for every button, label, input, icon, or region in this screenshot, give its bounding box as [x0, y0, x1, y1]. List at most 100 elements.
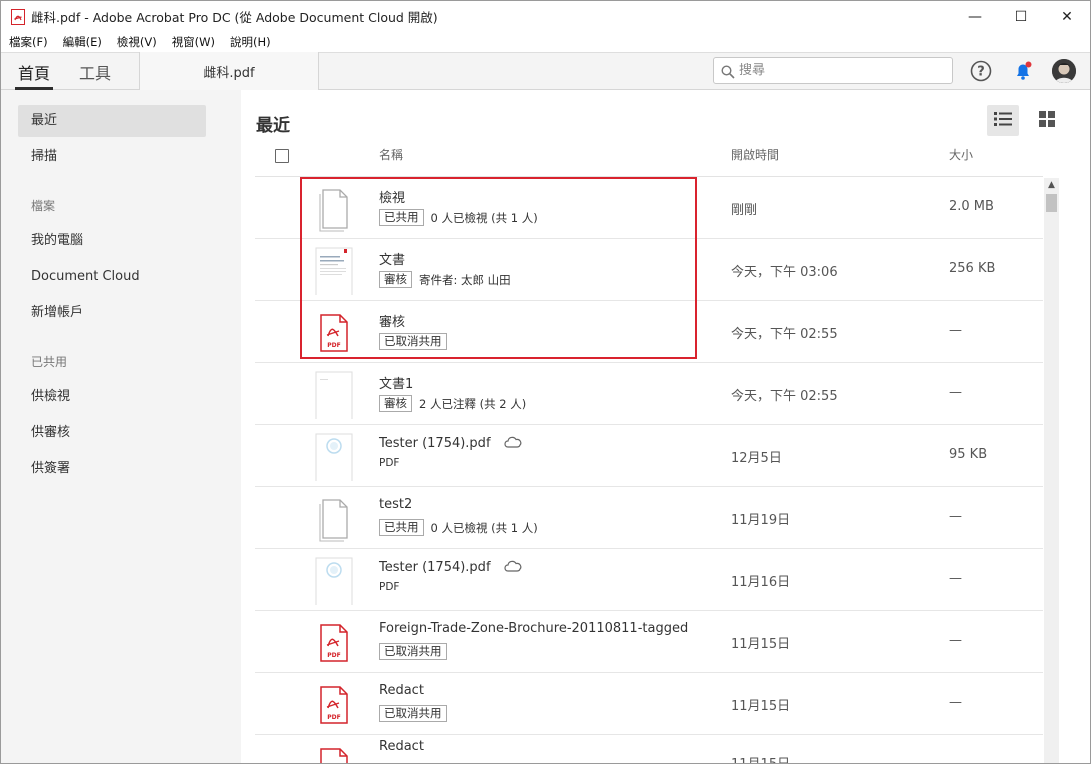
file-name: 檢視	[379, 191, 406, 206]
file-size: —	[949, 633, 962, 648]
file-row[interactable]: Tester (1754).pdf PDF 11月16日 —	[255, 549, 1043, 611]
page-title: 最近	[256, 116, 290, 136]
scrollbar-thumb[interactable]	[1046, 194, 1057, 212]
file-opened-time: 11月15日	[731, 753, 790, 763]
file-row[interactable]: Redact 11月15日	[255, 735, 1043, 763]
user-avatar[interactable]	[1052, 59, 1076, 83]
file-row[interactable]: 文書 審核 寄件者: 太郎 山田 今天，下午 03:06 256 KB	[255, 239, 1043, 301]
file-row[interactable]: 檢視 已共用 0 人已檢視 (共 1 人) 剛剛 2.0 MB	[255, 177, 1043, 239]
sidebar-item-document-cloud[interactable]: Document Cloud	[18, 261, 206, 293]
file-name-text: Tester (1754).pdf	[379, 560, 491, 575]
tab-tools[interactable]: 工具	[79, 60, 111, 84]
menu-window[interactable]: 視窗(W)	[172, 34, 215, 50]
file-row[interactable]: PDF Foreign-Trade-Zone-Brochure-20110811…	[255, 611, 1043, 673]
sidebar-section-files: 檔案	[31, 199, 56, 213]
file-detail: 0 人已檢視 (共 1 人)	[430, 210, 538, 225]
file-size: —	[949, 385, 962, 400]
share-status-tag: 已取消共用	[379, 333, 447, 350]
scroll-up-arrow-icon[interactable]: ▲	[1044, 178, 1059, 192]
svg-text:PDF: PDF	[327, 342, 340, 349]
list-view-button[interactable]	[987, 105, 1019, 136]
pdf-icon: PDF	[315, 309, 353, 357]
file-row[interactable]: PDF Redact 已取消共用 11月15日 —	[255, 673, 1043, 735]
file-name: Tester (1754).pdf	[379, 559, 523, 576]
menu-view[interactable]: 檢視(V)	[117, 34, 157, 50]
menu-file[interactable]: 檔案(F)	[9, 34, 48, 50]
file-size: 2.0 MB	[949, 199, 994, 214]
file-name: test2	[379, 497, 413, 512]
pdf-icon	[315, 743, 353, 763]
file-size: —	[949, 695, 962, 710]
help-icon[interactable]: ?	[970, 60, 992, 82]
minimize-button[interactable]: —	[952, 1, 998, 32]
cloud-icon	[503, 435, 523, 452]
pdf-icon: PDF	[315, 681, 353, 729]
file-size: 95 KB	[949, 447, 988, 462]
share-status-tag: 已共用	[379, 209, 424, 226]
acrobat-app-icon	[11, 8, 25, 25]
app-window: 雌科.pdf - Adobe Acrobat Pro DC (從 Adobe D…	[0, 0, 1091, 764]
file-opened-time: 今天，下午 02:55	[731, 327, 838, 342]
close-button[interactable]: ✕	[1044, 1, 1090, 32]
share-status-tag: 審核	[379, 395, 412, 412]
svg-text:PDF: PDF	[327, 652, 340, 659]
file-size: 256 KB	[949, 261, 996, 276]
share-status-tag: 已共用	[379, 519, 424, 536]
file-detail: 2 人已注釋 (共 2 人)	[419, 396, 527, 411]
column-header-name[interactable]: 名稱	[379, 146, 403, 163]
file-row[interactable]: test2 已共用 0 人已檢視 (共 1 人) 11月19日 —	[255, 487, 1043, 549]
menu-edit[interactable]: 編輯(E)	[63, 34, 102, 50]
blank-doc-icon	[315, 185, 353, 233]
file-detail: 寄件者: 太郎 山田	[419, 272, 511, 287]
menu-bar: 檔案(F) 編輯(E) 檢視(V) 視窗(W) 說明(H)	[1, 32, 1090, 52]
search-box[interactable]	[713, 57, 953, 84]
file-name: 文書1	[379, 377, 414, 392]
file-row[interactable]: Tester (1754).pdf PDF 12月5日 95 KB	[255, 425, 1043, 487]
file-size: —	[949, 323, 962, 338]
file-list: 檢視 已共用 0 人已檢視 (共 1 人) 剛剛 2.0 MB 文書 審核 寄件者:…	[255, 176, 1043, 763]
window-title: 雌科.pdf - Adobe Acrobat Pro DC (從 Adobe D…	[31, 10, 438, 25]
search-input[interactable]	[739, 63, 939, 78]
column-header-size[interactable]: 大小	[949, 146, 973, 163]
file-name: 文書	[379, 253, 406, 268]
file-name: Foreign-Trade-Zone-Brochure-20110811-tag…	[379, 621, 689, 636]
sidebar-item-add-account[interactable]: 新增帳戶	[18, 297, 206, 329]
search-icon	[721, 64, 735, 79]
file-opened-time: 11月15日	[731, 699, 791, 714]
file-opened-time: 剛剛	[731, 203, 758, 218]
sidebar-item-for-sign[interactable]: 供簽署	[18, 453, 206, 485]
document-thumbnail	[315, 557, 353, 607]
file-opened-time: 今天，下午 02:55	[731, 389, 838, 404]
share-status-tag: 已取消共用	[379, 705, 447, 722]
tab-document-label: 雌科.pdf	[203, 65, 255, 81]
tab-bar: 首頁 工具 雌科.pdf ?	[1, 52, 1090, 90]
sidebar-item-for-view[interactable]: 供檢視	[18, 381, 206, 413]
tab-home[interactable]: 首頁	[18, 60, 50, 84]
pdf-icon: PDF	[315, 619, 353, 667]
title-bar: 雌科.pdf - Adobe Acrobat Pro DC (從 Adobe D…	[1, 1, 1090, 32]
sidebar-item-recent[interactable]: 最近	[18, 105, 206, 137]
file-name: 審核	[379, 315, 406, 330]
notification-bell-icon[interactable]	[1012, 60, 1034, 82]
tab-document[interactable]: 雌科.pdf	[139, 52, 319, 90]
select-all-checkbox[interactable]	[275, 149, 289, 163]
grid-view-button[interactable]	[1031, 105, 1063, 136]
main-panel: 最近 名稱 開啟時間 大小 檢視 已共用 0 人已檢視 (共 1 人) 剛剛 2…	[241, 90, 1090, 763]
menu-help[interactable]: 說明(H)	[230, 34, 271, 50]
cloud-icon	[503, 559, 523, 576]
file-name: Redact	[379, 739, 424, 754]
sidebar-item-for-review[interactable]: 供審核	[18, 417, 206, 449]
share-status-tag: 已取消共用	[379, 643, 447, 660]
sidebar-item-scan[interactable]: 掃描	[18, 141, 206, 173]
file-type: PDF	[379, 581, 400, 593]
sidebar-section-shared: 已共用	[31, 355, 68, 369]
file-row[interactable]: PDF 審核 已取消共用 今天，下午 02:55 —	[255, 301, 1043, 363]
document-thumbnail	[315, 371, 353, 421]
sidebar-item-my-computer[interactable]: 我的電腦	[18, 225, 206, 257]
file-type: PDF	[379, 457, 400, 469]
blank-doc-icon	[315, 495, 353, 543]
file-row[interactable]: 文書1 審核 2 人已注釋 (共 2 人) 今天，下午 02:55 —	[255, 363, 1043, 425]
vertical-scrollbar[interactable]: ▲	[1044, 178, 1059, 763]
column-header-opened[interactable]: 開啟時間	[731, 146, 779, 163]
maximize-button[interactable]: ☐	[998, 1, 1044, 32]
